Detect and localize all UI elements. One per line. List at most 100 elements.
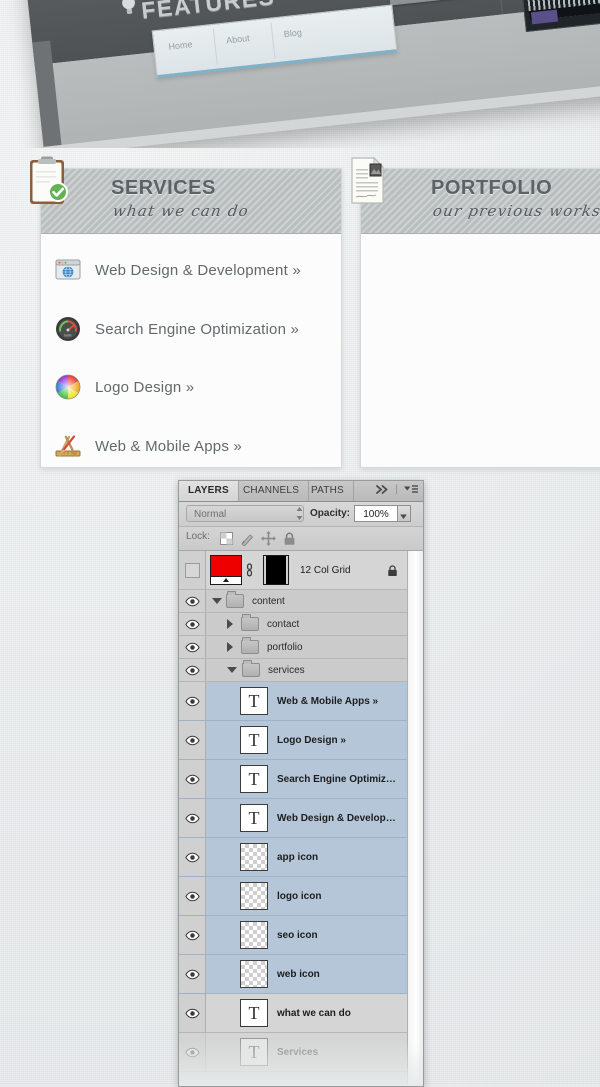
lock-row: Lock: <box>179 527 423 551</box>
visibility-toggle[interactable] <box>179 636 206 658</box>
layer-mask-thumbnail[interactable] <box>263 555 289 585</box>
service-item-seo[interactable]: km/h Search Engine Optimization » <box>55 306 327 352</box>
eye-icon <box>184 596 200 606</box>
blend-mode-select[interactable]: Normal <box>186 505 304 522</box>
layer-thumbnail-type[interactable]: T <box>240 1038 268 1066</box>
layer-thumbnail-type[interactable]: T <box>240 726 268 754</box>
layer-thumbnail-grid[interactable] <box>210 555 242 585</box>
layer-thumbnail-transparent[interactable] <box>240 843 268 871</box>
eye-icon <box>184 665 200 675</box>
layer-row-portfolio[interactable]: portfolio <box>179 636 423 659</box>
layer-name: web icon <box>277 968 320 980</box>
service-label: Search Engine Optimization » <box>95 320 300 338</box>
layer-name: 12 Col Grid <box>300 564 351 576</box>
layer-row-logo-icon[interactable]: logo icon <box>179 877 423 916</box>
layer-thumbnail-transparent[interactable] <box>240 882 268 910</box>
panel-menu-icon[interactable] <box>403 484 419 495</box>
layer-row-web-mobile-apps[interactable]: T Web & Mobile Apps » <box>179 682 423 721</box>
disclosure-triangle[interactable] <box>227 619 233 629</box>
visibility-toggle[interactable] <box>179 1033 206 1071</box>
layer-thumbnail-type[interactable]: T <box>240 687 268 715</box>
layer-row-web-design-development[interactable]: T Web Design & Develop… <box>179 799 423 838</box>
visibility-toggle[interactable] <box>179 838 206 876</box>
tab-paths[interactable]: PATHS <box>302 481 354 501</box>
eye-icon <box>184 774 200 784</box>
layer-row-content[interactable]: content <box>179 590 423 613</box>
opacity-value[interactable]: 100% <box>354 505 398 522</box>
visibility-toggle[interactable] <box>179 799 206 837</box>
layer-thumbnail-transparent[interactable] <box>240 921 268 949</box>
nav-tab-about[interactable]: About <box>226 33 250 45</box>
eye-icon <box>184 969 200 979</box>
tools-separator: | <box>395 484 398 495</box>
layer-row-app-icon[interactable]: app icon <box>179 838 423 877</box>
visibility-toggle[interactable] <box>179 916 206 954</box>
tab-layers[interactable]: LAYERS <box>179 481 239 501</box>
visibility-toggle[interactable] <box>179 955 206 993</box>
lock-transparency-icon[interactable] <box>219 531 234 546</box>
layer-name: Search Engine Optimiz… <box>277 773 396 785</box>
eye-icon <box>184 813 200 823</box>
visibility-toggle[interactable] <box>179 551 206 589</box>
disclosure-triangle[interactable] <box>212 598 222 604</box>
blend-mode-row: Normal Opacity: 100% <box>179 502 423 527</box>
services-subtitle: what we can do <box>111 202 251 220</box>
layer-row-search-engine-optimization[interactable]: T Search Engine Optimiz… <box>179 760 423 799</box>
opacity-stepper[interactable] <box>398 505 411 522</box>
link-mask-icon[interactable] <box>245 563 254 577</box>
service-item-logo-design[interactable]: Logo Design » <box>55 364 327 410</box>
services-title: SERVICES <box>111 177 216 199</box>
visibility-toggle[interactable] <box>179 760 206 798</box>
visibility-toggle[interactable] <box>179 994 206 1032</box>
disclosure-triangle[interactable] <box>227 642 233 652</box>
services-card: SERVICES what we can do Web Design & Dev… <box>30 156 342 469</box>
tab-channels[interactable]: CHANNELS <box>234 481 310 501</box>
layer-name: Logo Design » <box>277 734 346 746</box>
service-label: Web & Mobile Apps » <box>95 437 242 455</box>
layer-name: app icon <box>277 851 319 863</box>
layers-scrollbar[interactable] <box>407 551 423 1086</box>
layer-row-contact[interactable]: contact <box>179 613 423 636</box>
layer-thumbnail-transparent[interactable] <box>240 960 268 988</box>
portfolio-title: PORTFOLIO <box>431 177 553 199</box>
disclosure-triangle[interactable] <box>227 667 237 673</box>
visibility-toggle[interactable] <box>179 877 206 915</box>
eye-icon <box>184 619 200 629</box>
eye-icon <box>184 852 200 862</box>
layer-thumbnail-type[interactable]: T <box>240 999 268 1027</box>
layer-name: contact <box>267 618 300 630</box>
portfolio-list <box>361 233 600 467</box>
nav-tab-home[interactable]: Home <box>168 39 193 52</box>
lock-position-icon[interactable] <box>261 531 276 546</box>
layer-row-what-we-can-do[interactable]: T what we can do <box>179 994 423 1033</box>
layer-locked-icon <box>388 565 397 576</box>
layer-row-12-col-grid[interactable]: 12 Col Grid <box>179 551 423 590</box>
service-item-web-design[interactable]: Web Design & Development » <box>55 247 327 293</box>
lock-image-icon[interactable] <box>240 531 255 546</box>
service-item-mobile-apps[interactable]: Web & Mobile Apps » <box>55 423 327 469</box>
double-chevron-right-icon[interactable] <box>376 484 390 495</box>
layer-row-services[interactable]: services <box>179 659 423 682</box>
visibility-toggle[interactable] <box>179 721 206 759</box>
layer-row-web-icon[interactable]: web icon <box>179 955 423 994</box>
lock-all-icon[interactable] <box>282 531 297 546</box>
svg-text:km/h: km/h <box>65 334 72 338</box>
photoshop-layers-panel: LAYERS CHANNELS PATHS | Normal Opacity: … <box>178 480 424 1087</box>
layer-thumbnail-type[interactable]: T <box>240 804 268 832</box>
panel-tab-bar: LAYERS CHANNELS PATHS | <box>179 481 423 502</box>
visibility-toggle[interactable] <box>179 682 206 720</box>
layer-thumbnail-type[interactable]: T <box>240 765 268 793</box>
visibility-toggle[interactable] <box>179 613 206 635</box>
layer-name: what we can do <box>277 1007 351 1019</box>
portfolio-subtitle: our previous works <box>431 202 600 220</box>
layer-name: seo icon <box>277 929 318 941</box>
layer-row-seo-icon[interactable]: seo icon <box>179 916 423 955</box>
layer-name: services <box>268 664 305 676</box>
layer-row-services-title[interactable]: T Services <box>179 1033 423 1072</box>
visibility-toggle[interactable] <box>179 659 206 681</box>
layer-name: Services <box>277 1046 319 1058</box>
blend-mode-stepper-icon[interactable] <box>296 507 303 520</box>
layer-row-logo-design[interactable]: T Logo Design » <box>179 721 423 760</box>
nav-tab-blog[interactable]: Blog <box>283 27 302 39</box>
visibility-toggle[interactable] <box>179 590 206 612</box>
